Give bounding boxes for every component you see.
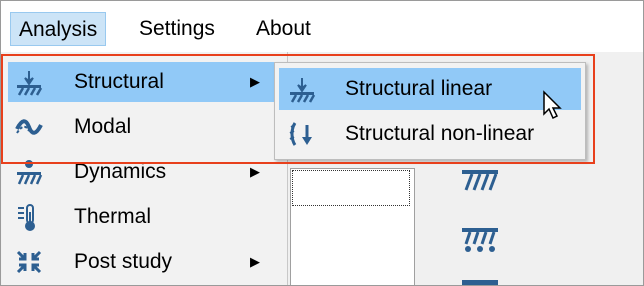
structural-nonlinear-icon — [285, 119, 319, 149]
menu-analysis[interactable]: Analysis — [10, 12, 107, 46]
menu-item-label: Structural — [74, 70, 164, 93]
menu-item-dynamics[interactable]: Dynamics ▶ — [8, 152, 286, 192]
submenu-item-structural-nonlinear[interactable]: Structural non-linear — [279, 113, 581, 155]
menu-item-label: Modal — [74, 115, 132, 138]
menu-item-post-study[interactable]: Post study ▶ — [8, 242, 286, 282]
submenu-arrow-icon: ▶ — [250, 164, 260, 179]
support-partial-icon[interactable] — [458, 278, 502, 286]
menu-item-modal[interactable]: Modal — [8, 107, 286, 147]
dynamics-icon — [12, 157, 46, 187]
submenu-item-label: Structural linear — [345, 77, 493, 100]
thermal-icon — [12, 202, 46, 232]
structural-icon — [12, 67, 46, 97]
submenu-item-label: Structural non-linear — [345, 122, 535, 145]
submenu-item-structural-linear[interactable]: Structural linear — [279, 68, 581, 110]
menu-item-structural[interactable]: Structural ▶ — [8, 62, 286, 102]
modal-icon — [12, 112, 46, 142]
menu-item-thermal[interactable]: Thermal — [8, 197, 286, 237]
menu-item-label: Dynamics — [74, 160, 167, 183]
post-study-icon — [12, 247, 46, 277]
background-selected-item — [292, 170, 410, 206]
menu-settings[interactable]: Settings — [131, 12, 223, 46]
menu-item-label: Post study — [74, 250, 173, 273]
submenu-arrow-icon: ▶ — [250, 74, 260, 89]
menu-item-label: Thermal — [74, 205, 152, 228]
support-fixed-icon[interactable] — [458, 168, 502, 194]
menu-about[interactable]: About — [248, 12, 319, 46]
structural-linear-icon — [285, 74, 319, 104]
support-roller-icon[interactable] — [458, 224, 502, 254]
submenu-arrow-icon: ▶ — [250, 254, 260, 269]
analysis-dropdown: Structural ▶ Modal Dynamics ▶ Thermal Po… — [2, 52, 288, 286]
mouse-pointer-icon — [543, 90, 562, 120]
menu-bar: Analysis Settings About — [0, 0, 644, 52]
structural-submenu: Structural linear Structural non-linear — [274, 62, 586, 160]
